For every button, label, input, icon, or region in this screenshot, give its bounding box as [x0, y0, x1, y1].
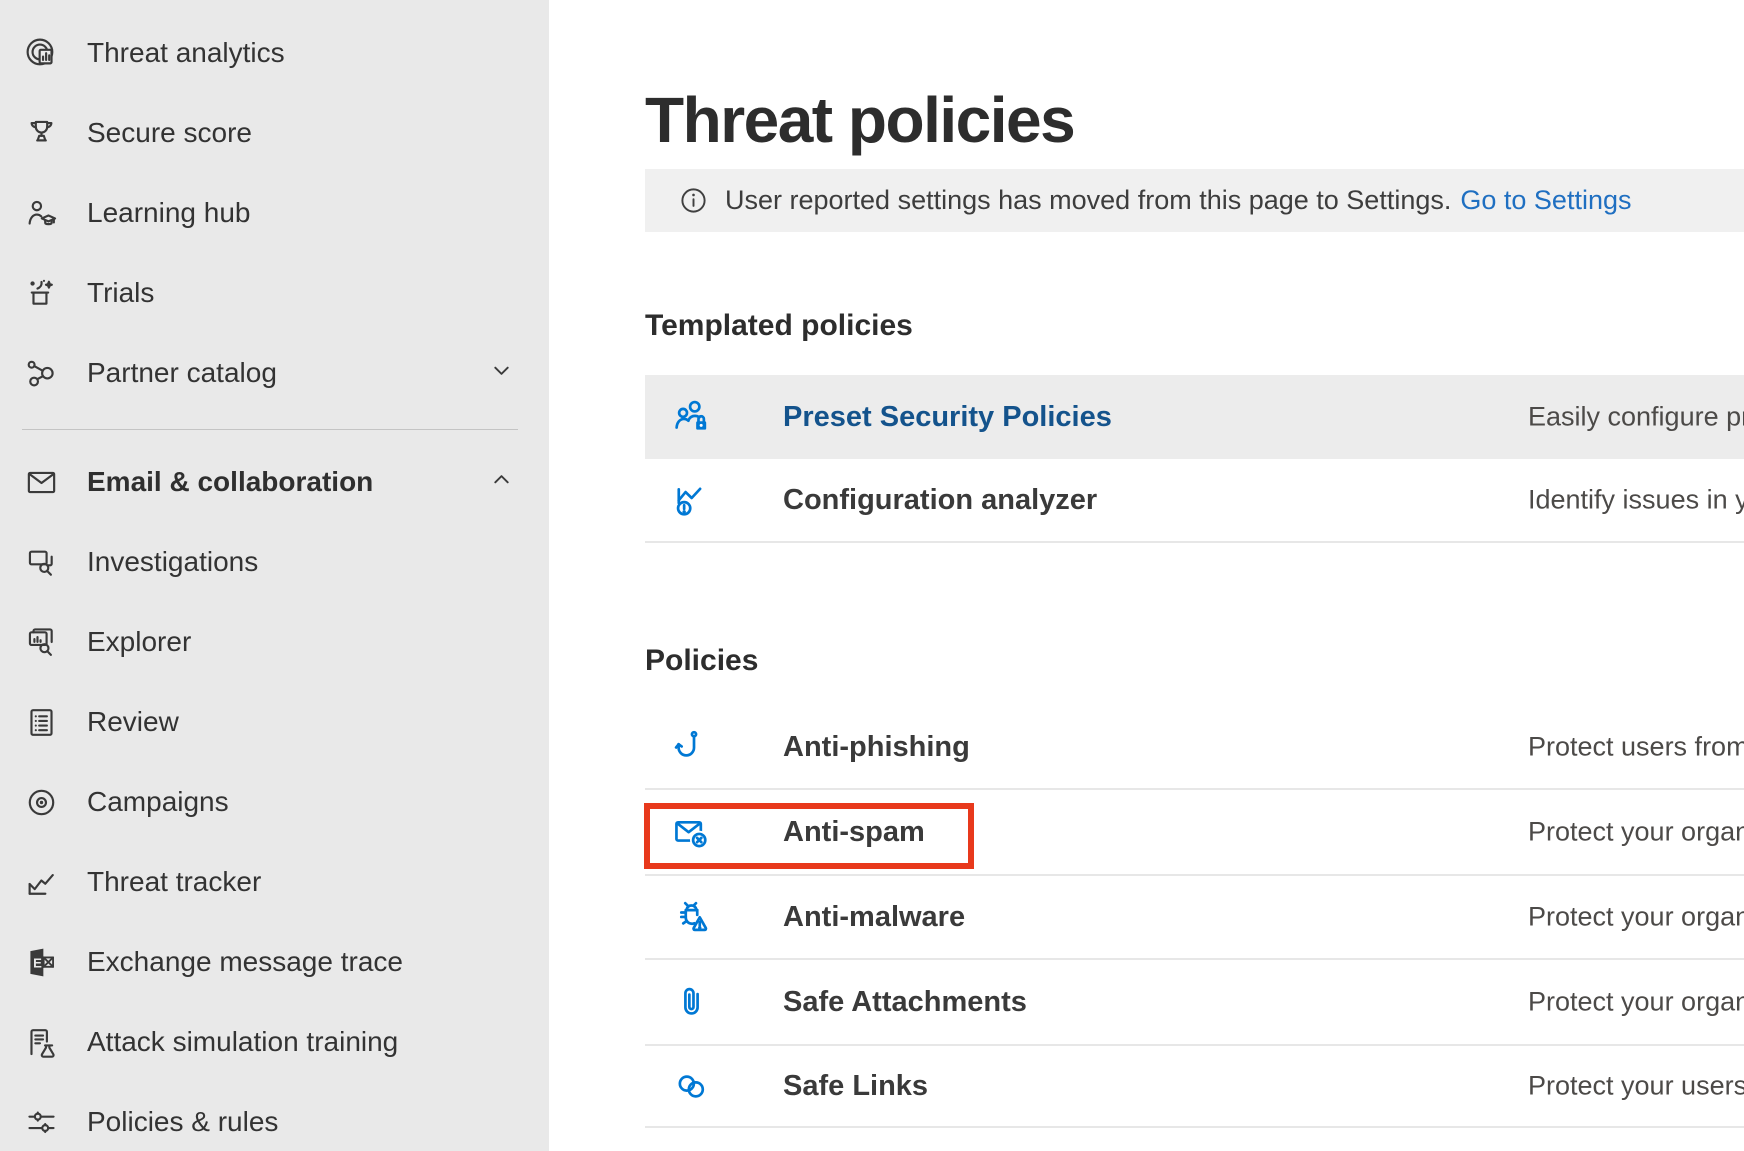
safe-attachments-icon: [669, 980, 713, 1024]
sidebar-item-attack-simulation-training[interactable]: Attack simulation training: [0, 1002, 549, 1082]
learning-hub-icon: [22, 194, 60, 232]
sidebar-item-label: Secure score: [87, 117, 252, 149]
sidebar-item-label: Campaigns: [87, 786, 229, 818]
chevron-down-icon[interactable]: [488, 357, 515, 389]
row-label: Safe Attachments: [783, 986, 1027, 1019]
campaigns-icon: [22, 783, 60, 821]
sidebar-item-explorer[interactable]: Explorer: [0, 602, 549, 682]
page-title: Threat policies: [645, 85, 1074, 155]
threat-analytics-icon: [22, 34, 60, 72]
sidebar-item-label: Threat tracker: [87, 866, 261, 898]
row-preset-security-policies[interactable]: Preset Security Policies Easily configur…: [645, 375, 1744, 459]
sidebar-item-secure-score[interactable]: Secure score: [0, 93, 549, 173]
explorer-icon: [22, 623, 60, 661]
row-label: Safe Links: [783, 1070, 928, 1103]
banner-message: User reported settings has moved from th…: [725, 185, 1451, 216]
anti-phishing-icon: [669, 725, 713, 769]
sidebar-item-label: Review: [87, 706, 179, 738]
sidebar-item-threat-analytics[interactable]: Threat analytics: [0, 13, 549, 93]
row-label: Anti-phishing: [783, 731, 970, 764]
sidebar-item-investigations[interactable]: Investigations: [0, 522, 549, 602]
info-icon: [678, 185, 709, 216]
sidebar-item-threat-tracker[interactable]: Threat tracker: [0, 842, 549, 922]
row-anti-malware[interactable]: Anti-malware Protect your organiz: [645, 876, 1744, 960]
sidebar-item-email-collaboration[interactable]: Email & collaboration: [0, 442, 549, 522]
sidebar: Threat analytics Secure score: [0, 0, 549, 1151]
anti-spam-icon: [669, 810, 713, 854]
row-description: Protect your organiz: [1528, 902, 1744, 933]
sidebar-item-label: Learning hub: [87, 197, 250, 229]
info-banner: User reported settings has moved from th…: [645, 169, 1744, 232]
row-label: Anti-malware: [783, 901, 965, 934]
trials-icon: [22, 274, 60, 312]
sidebar-item-label: Attack simulation training: [87, 1026, 398, 1058]
preset-security-policies-icon: [669, 395, 713, 439]
safe-links-icon: [669, 1064, 713, 1108]
chevron-up-icon[interactable]: [488, 466, 515, 498]
row-safe-attachments[interactable]: Safe Attachments Protect your organiz: [645, 960, 1744, 1046]
sidebar-item-learning-hub[interactable]: Learning hub: [0, 173, 549, 253]
row-label: Preset Security Policies: [783, 401, 1112, 434]
sidebar-divider: [22, 429, 518, 430]
go-to-settings-link[interactable]: Go to Settings: [1460, 185, 1631, 216]
sidebar-item-label: Partner catalog: [87, 357, 277, 389]
sidebar-item-label: Email & collaboration: [87, 466, 373, 498]
secure-score-icon: [22, 114, 60, 152]
attack-simulation-training-icon: [22, 1023, 60, 1061]
threat-tracker-icon: [22, 863, 60, 901]
row-description: Protect your users fr: [1528, 1071, 1744, 1102]
sidebar-item-label: Trials: [87, 277, 154, 309]
investigations-icon: [22, 543, 60, 581]
row-safe-links[interactable]: Safe Links Protect your users fr: [645, 1046, 1744, 1128]
row-label: Anti-spam: [783, 816, 925, 849]
row-description: Protect users from p: [1528, 732, 1744, 763]
policies-heading: Policies: [645, 644, 758, 678]
sidebar-item-label: Explorer: [87, 626, 191, 658]
sidebar-item-label: Investigations: [87, 546, 258, 578]
sidebar-item-partner-catalog[interactable]: Partner catalog: [0, 333, 549, 413]
row-label: Configuration analyzer: [783, 484, 1097, 517]
sidebar-nav-list: Threat analytics Secure score: [0, 13, 549, 1151]
exchange-message-trace-icon: E: [22, 943, 60, 981]
row-description: Protect your organiz: [1528, 817, 1744, 848]
sidebar-item-campaigns[interactable]: Campaigns: [0, 762, 549, 842]
anti-malware-icon: [669, 895, 713, 939]
sidebar-item-review[interactable]: Review: [0, 682, 549, 762]
row-anti-phishing[interactable]: Anti-phishing Protect users from p: [645, 706, 1744, 790]
sidebar-item-trials[interactable]: Trials: [0, 253, 549, 333]
configuration-analyzer-icon: [669, 478, 713, 522]
sidebar-item-label: Threat analytics: [87, 37, 285, 69]
row-description: Easily configure prot: [1528, 402, 1744, 433]
partner-catalog-icon: [22, 354, 60, 392]
sidebar-item-exchange-message-trace[interactable]: E Exchange message trace: [0, 922, 549, 1002]
policies-rules-icon: [22, 1103, 60, 1141]
row-description: Identify issues in you: [1528, 485, 1744, 516]
row-description: Protect your organiz: [1528, 987, 1744, 1018]
svg-text:E: E: [33, 955, 42, 970]
threat-policies-page: Threat analytics Secure score: [0, 0, 1744, 1151]
sidebar-item-label: Exchange message trace: [87, 946, 403, 978]
templated-policies-heading: Templated policies: [645, 309, 913, 343]
row-configuration-analyzer[interactable]: Configuration analyzer Identify issues i…: [645, 459, 1744, 543]
sidebar-item-label: Policies & rules: [87, 1106, 278, 1138]
review-icon: [22, 703, 60, 741]
sidebar-item-policies-rules[interactable]: Policies & rules: [0, 1082, 549, 1151]
row-anti-spam[interactable]: Anti-spam Protect your organiz: [645, 790, 1744, 876]
email-collaboration-icon: [22, 463, 60, 501]
